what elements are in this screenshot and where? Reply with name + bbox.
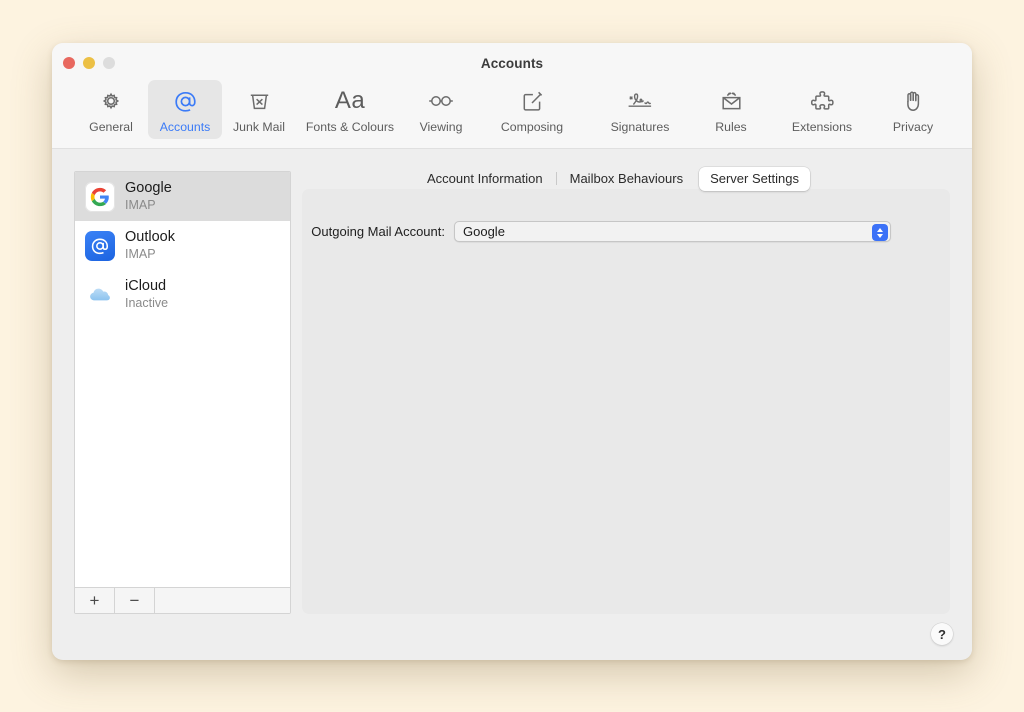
toolbar-item-extensions[interactable]: Extensions <box>768 80 876 139</box>
toolbar-item-label: Rules <box>715 120 747 134</box>
account-status: IMAP <box>125 198 156 213</box>
toolbar-item-signatures[interactable]: Signatures <box>586 80 694 139</box>
at-sign-icon <box>172 86 199 116</box>
account-status: Inactive <box>125 296 169 311</box>
tab-account-information[interactable]: Account Information <box>416 167 554 191</box>
account-text: iCloud Inactive <box>125 278 168 311</box>
icloud-cloud-icon <box>85 279 115 310</box>
account-text: Outlook IMAP <box>125 229 175 262</box>
toolbar-tab-list: General Accounts Junk Mail Aa Fonts & Co… <box>52 80 972 139</box>
glasses-icon <box>426 86 456 116</box>
outgoing-mail-account-select[interactable]: Google <box>454 221 891 242</box>
toolbar-item-label: Composing <box>500 120 564 134</box>
outlook-at-icon <box>85 230 115 261</box>
toolbar-item-label: Signatures <box>610 120 670 134</box>
accounts-sidebar: Google IMAP Outlook IMAP iCloud Inactive… <box>74 171 291 614</box>
account-detail-panel: Account Information Mailbox Behaviours S… <box>302 166 950 614</box>
compose-pencil-icon <box>519 86 546 116</box>
toolbar-item-accounts[interactable]: Accounts <box>148 80 222 139</box>
toolbar-item-label: Viewing <box>419 120 463 134</box>
toolbar-item-label: Junk Mail <box>233 120 285 134</box>
account-status: IMAP <box>125 247 156 262</box>
toolbar-item-label: Fonts & Colours <box>305 120 395 134</box>
outgoing-mail-account-row: Outgoing Mail Account: Google <box>302 221 950 242</box>
trash-x-icon <box>246 86 273 116</box>
toolbar-item-fonts-colours[interactable]: Aa Fonts & Colours <box>296 80 404 139</box>
tab-mailbox-behaviours[interactable]: Mailbox Behaviours <box>559 167 694 191</box>
account-name: Outlook <box>125 229 175 246</box>
outgoing-mail-account-value: Google <box>463 224 505 239</box>
hand-icon <box>900 86 927 116</box>
add-account-button[interactable]: + <box>75 588 115 613</box>
account-text: Google IMAP <box>125 180 172 213</box>
outgoing-mail-account-label: Outgoing Mail Account: <box>311 224 445 239</box>
toolbar-item-label: Extensions <box>791 120 853 134</box>
toolbar-item-label: General <box>89 120 133 134</box>
account-row-icloud[interactable]: iCloud Inactive <box>75 270 290 319</box>
account-name: Google <box>125 180 172 197</box>
remove-account-button[interactable]: − <box>115 588 155 613</box>
account-row-outlook[interactable]: Outlook IMAP <box>75 221 290 270</box>
toolbar-item-composing[interactable]: Composing <box>478 80 586 139</box>
window-title: Accounts <box>480 56 544 71</box>
signature-icon <box>625 86 655 116</box>
envelope-arrows-icon <box>718 86 745 116</box>
sidebar-footer-spacer <box>155 588 290 613</box>
account-row-google[interactable]: Google IMAP <box>75 172 290 221</box>
toolbar-item-label: Accounts <box>159 120 211 134</box>
tab-server-settings[interactable]: Server Settings <box>699 166 810 191</box>
window-toolbar: Accounts General Accounts Junk Mail Aa F… <box>52 43 972 149</box>
account-name: iCloud <box>125 278 167 295</box>
toolbar-item-junk-mail[interactable]: Junk Mail <box>222 80 296 139</box>
sidebar-footer: + − <box>75 587 290 613</box>
help-button[interactable]: ? <box>931 623 953 645</box>
toolbar-item-rules[interactable]: Rules <box>694 80 768 139</box>
accounts-list: Google IMAP Outlook IMAP iCloud Inactive <box>75 172 290 587</box>
puzzle-piece-icon <box>809 86 836 116</box>
toolbar-item-label: Privacy <box>892 120 934 134</box>
aa-text-icon: Aa <box>334 87 366 114</box>
preferences-body: Google IMAP Outlook IMAP iCloud Inactive… <box>52 149 972 659</box>
toolbar-item-general[interactable]: General <box>74 80 148 139</box>
accounts-preferences-window: Accounts General Accounts Junk Mail Aa F… <box>52 43 972 660</box>
chevron-updown-icon <box>871 224 888 241</box>
toolbar-item-privacy[interactable]: Privacy <box>876 80 950 139</box>
toolbar-item-viewing[interactable]: Viewing <box>404 80 478 139</box>
google-g-icon <box>85 181 115 212</box>
gear-icon <box>98 86 124 116</box>
detail-tab-bar: Account Information Mailbox Behaviours S… <box>416 166 810 191</box>
tab-divider <box>555 172 557 185</box>
